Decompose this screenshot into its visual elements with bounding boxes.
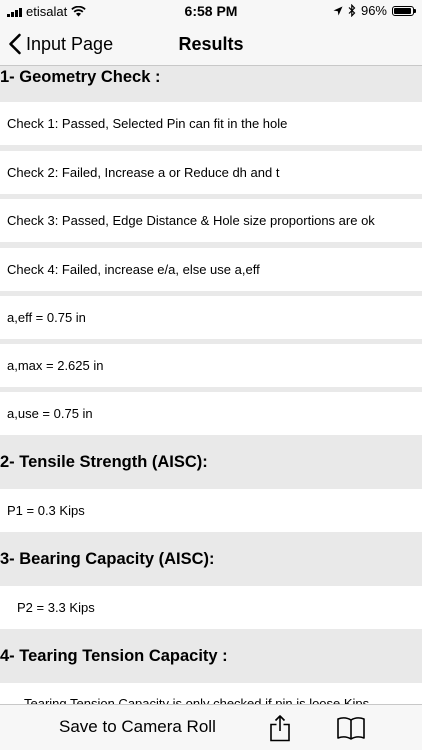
list-item-check-2: Check 2: Failed, Increase a or Reduce dh… xyxy=(0,151,422,194)
bottom-toolbar: Save to Camera Roll xyxy=(0,704,422,750)
section-header-tensile: 2- Tensile Strength (AISC): xyxy=(0,435,422,489)
back-button[interactable]: Input Page xyxy=(8,28,113,60)
list-item-check-3: Check 3: Passed, Edge Distance & Hole si… xyxy=(0,199,422,242)
battery-icon xyxy=(392,5,416,16)
book-icon[interactable] xyxy=(336,716,366,740)
list-item-check-4: Check 4: Failed, increase e/a, else use … xyxy=(0,248,422,291)
section-header-geometry: 1- Geometry Check : xyxy=(0,66,422,102)
section-header-tearing: 4- Tearing Tension Capacity : xyxy=(0,629,422,683)
status-bar: etisalat 6:58 PM 96% xyxy=(0,0,422,22)
navigation-bar: Input Page Results xyxy=(0,22,422,66)
battery-percent: 96% xyxy=(360,3,387,18)
back-button-label: Input Page xyxy=(26,33,114,54)
location-arrow-icon xyxy=(333,6,343,15)
status-right: 96% xyxy=(333,3,416,18)
share-icon[interactable] xyxy=(268,714,292,742)
chevron-left-icon xyxy=(9,33,21,55)
list-item-tearing-note: Tearing Tension Capacity is only checked… xyxy=(0,683,422,704)
list-item-p2: P2 = 3.3 Kips xyxy=(0,586,422,629)
list-item-a-eff: a,eff = 0.75 in xyxy=(0,296,422,339)
save-to-camera-roll-button[interactable]: Save to Camera Roll xyxy=(59,717,216,737)
results-list[interactable]: 1- Geometry Check : Check 1: Passed, Sel… xyxy=(0,66,422,704)
bluetooth-icon xyxy=(348,4,356,17)
list-item-p1: P1 = 0.3 Kips xyxy=(0,489,422,532)
list-item-a-use: a,use = 0.75 in xyxy=(0,392,422,435)
battery-level xyxy=(394,7,412,14)
section-header-bearing: 3- Bearing Capacity (AISC): xyxy=(0,532,422,586)
list-item-a-max: a,max = 2.625 in xyxy=(0,344,422,387)
list-item-check-1: Check 1: Passed, Selected Pin can fit in… xyxy=(0,102,422,145)
